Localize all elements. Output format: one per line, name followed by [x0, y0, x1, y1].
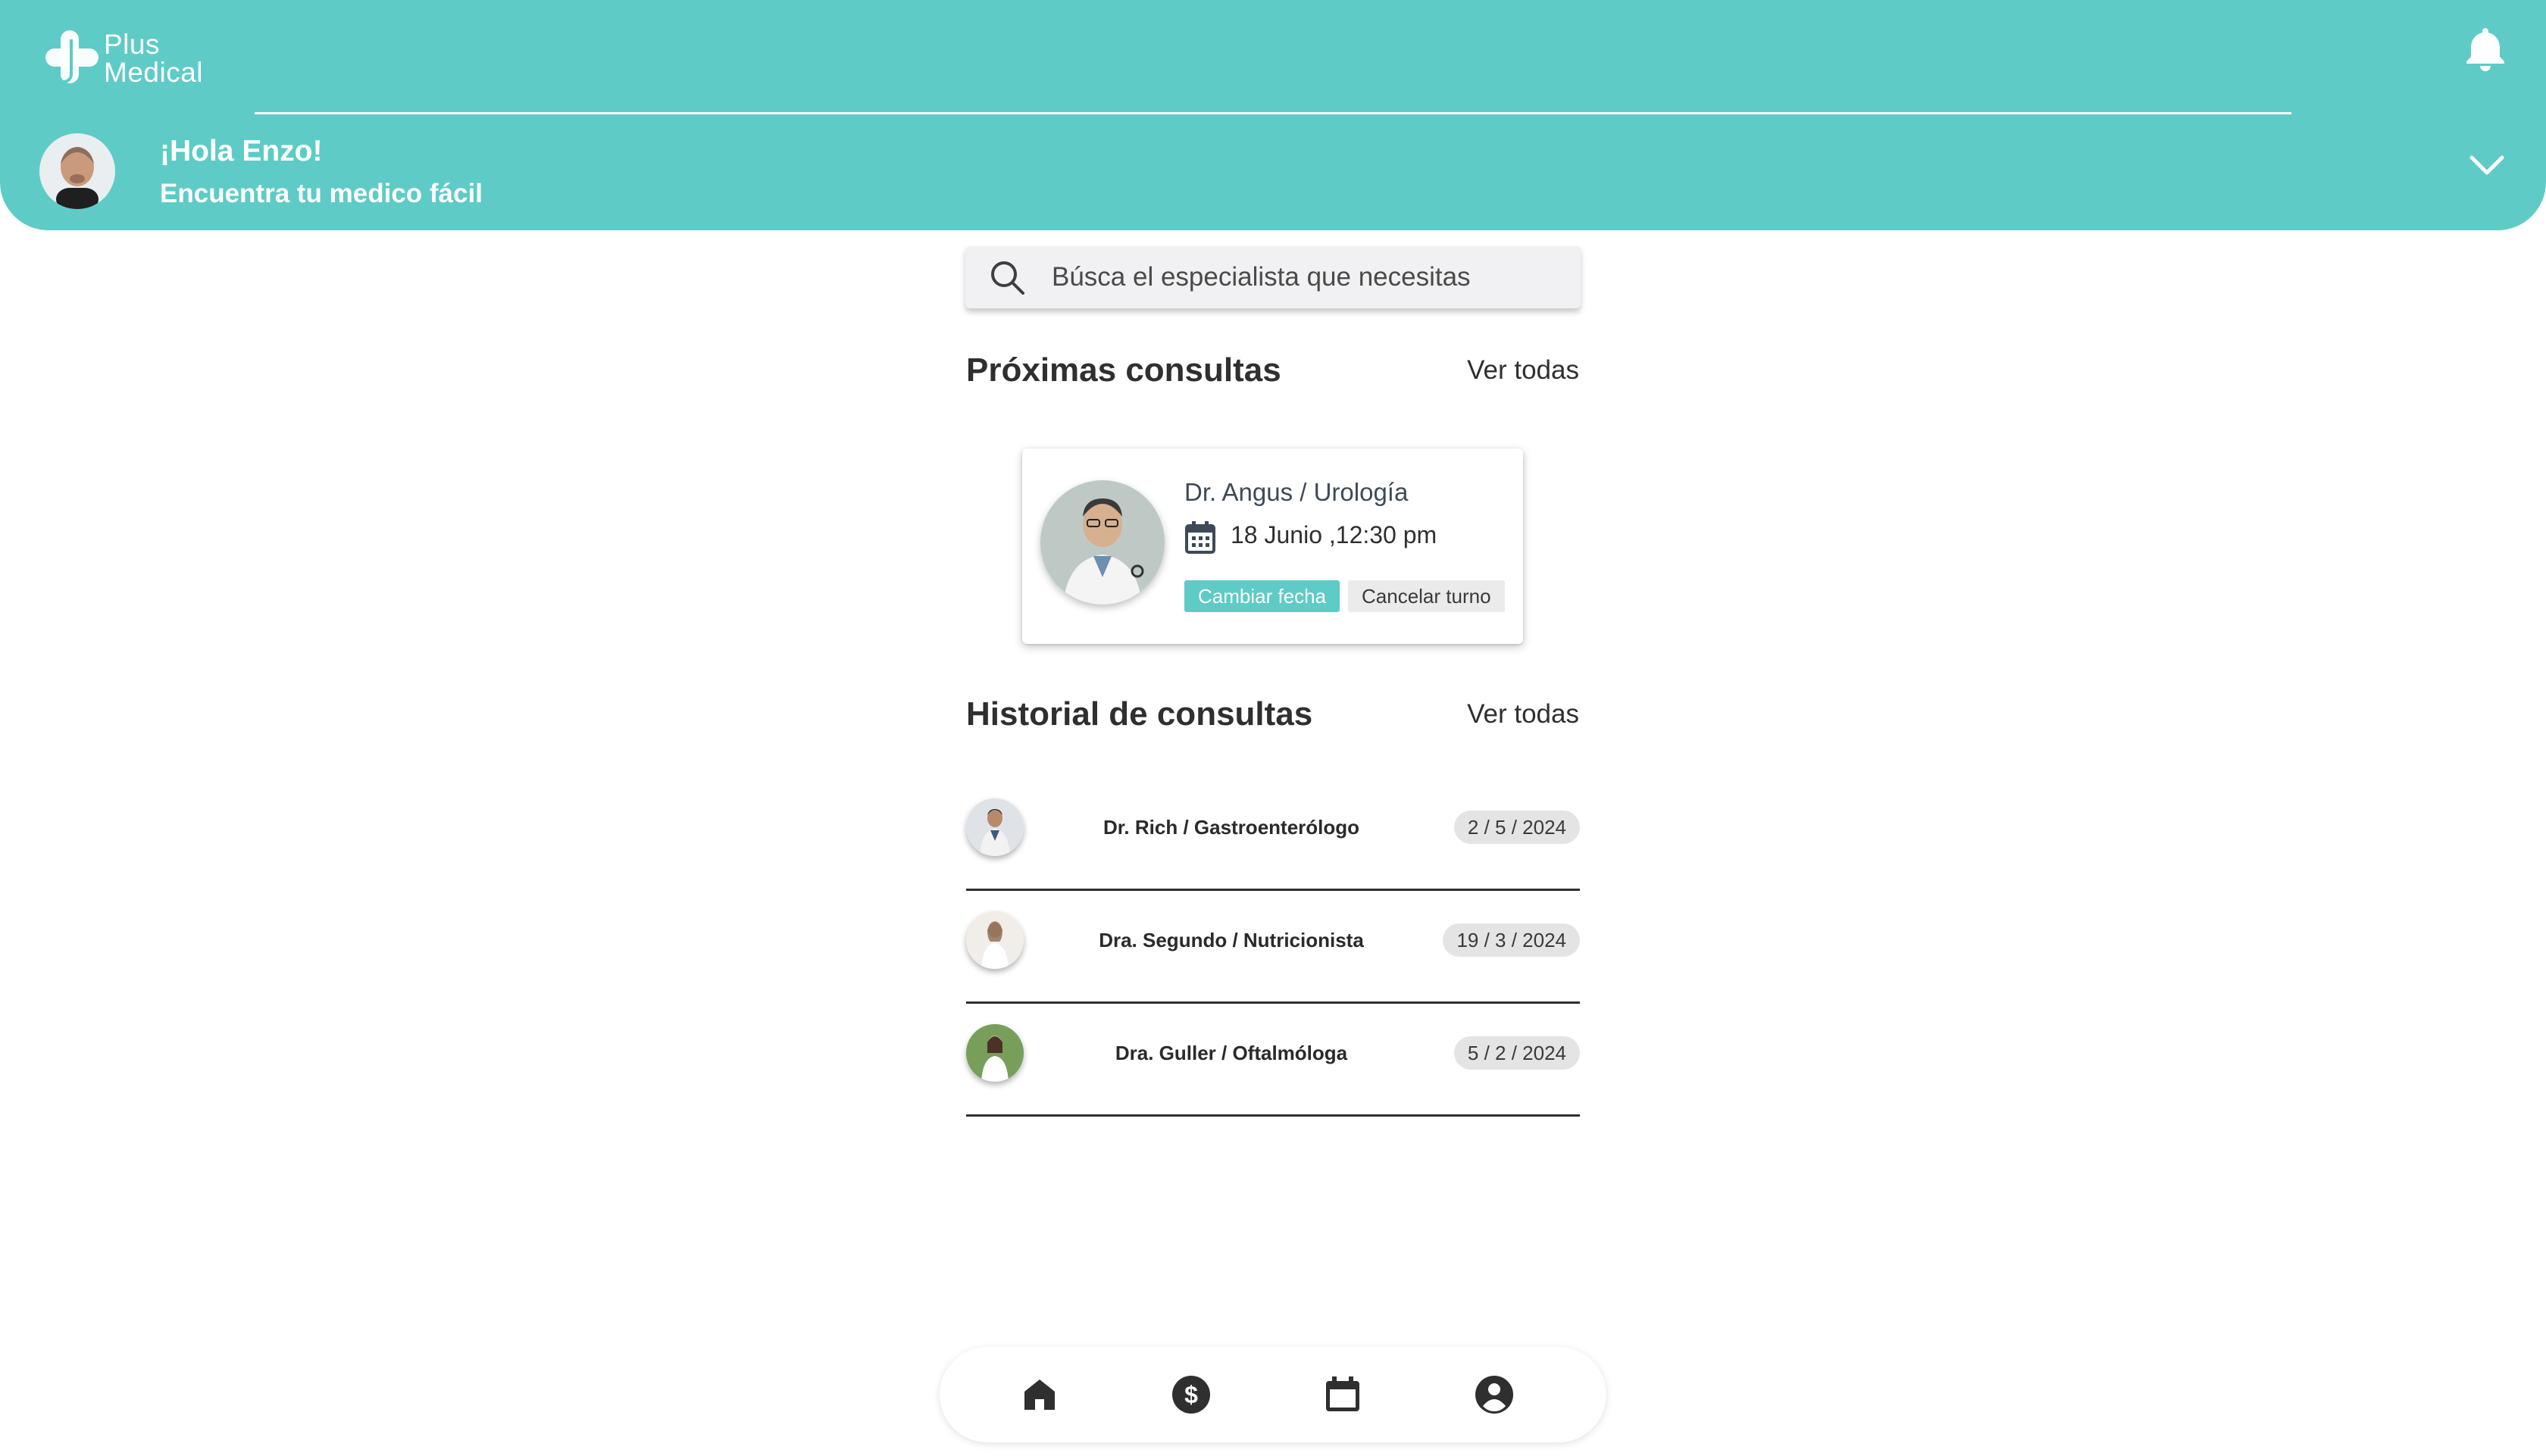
- medical-cross-icon: [45, 30, 99, 83]
- doctor-photo: [966, 1024, 1024, 1082]
- chevron-down-icon[interactable]: [2468, 153, 2506, 179]
- doctor-avatar: [966, 1024, 1024, 1082]
- appointment-doctor: Dr. Angus / Urología: [1184, 478, 1409, 506]
- doctor-photo: [966, 911, 1024, 969]
- doctor-avatar: [1040, 480, 1165, 605]
- search-input[interactable]: [1052, 246, 1567, 308]
- header-divider: [255, 112, 2291, 114]
- doctor-photo: [1040, 480, 1165, 605]
- doctor-photo: [966, 798, 1024, 856]
- user-avatar-image: [39, 133, 115, 209]
- calendar-icon: [1185, 521, 1215, 554]
- history-row[interactable]: Dra. Segundo / Nutricionista 19 / 3 / 20…: [966, 890, 1580, 1004]
- history-section-title: Historial de consultas: [966, 695, 1313, 733]
- doctor-avatar: [966, 798, 1024, 856]
- bottom-navigation: $: [940, 1347, 1606, 1442]
- brand-line-1: Plus: [104, 29, 160, 60]
- upcoming-appointment-card: Dr. Angus / Urología 18 Junio ,12:30 pm …: [1022, 448, 1523, 644]
- account-icon[interactable]: [1473, 1373, 1515, 1416]
- bell-icon[interactable]: [2465, 25, 2506, 72]
- history-date-badge: 5 / 2 / 2024: [1453, 1036, 1580, 1070]
- history-doctor: Dr. Rich / Gastroenterólogo: [1103, 816, 1360, 839]
- doctor-avatar: [966, 911, 1024, 969]
- history-see-all-link[interactable]: Ver todas: [1467, 694, 1579, 735]
- upcoming-see-all-link[interactable]: Ver todas: [1467, 350, 1579, 391]
- history-date-badge: 19 / 3 / 2024: [1443, 923, 1580, 957]
- search-bar[interactable]: [965, 246, 1581, 308]
- greeting-subtitle: Encuentra tu medico fácil: [160, 179, 483, 208]
- dollar-icon[interactable]: $: [1170, 1373, 1212, 1416]
- history-doctor: Dra. Guller / Oftalmóloga: [1115, 1042, 1348, 1064]
- search-icon: [991, 261, 1024, 295]
- change-date-button[interactable]: Cambiar fecha: [1184, 580, 1340, 612]
- history-date-badge: 2 / 5 / 2024: [1453, 811, 1580, 844]
- plus-medical-logo[interactable]: Plus Medical: [41, 26, 238, 94]
- app-header: Plus Medical ¡Hola Enzo! Encuentra tu me…: [0, 0, 2546, 230]
- svg-text:$: $: [1184, 1381, 1198, 1408]
- appointment-date: 18 Junio ,12:30 pm: [1231, 521, 1437, 548]
- history-doctor: Dra. Segundo / Nutricionista: [1099, 929, 1364, 951]
- calendar-icon[interactable]: [1321, 1373, 1364, 1416]
- cancel-appointment-button[interactable]: Cancelar turno: [1348, 580, 1505, 612]
- history-row[interactable]: Dra. Guller / Oftalmóloga 5 / 2 / 2024: [966, 1003, 1580, 1117]
- greeting-title: ¡Hola Enzo!: [160, 135, 323, 167]
- home-icon[interactable]: [1018, 1373, 1061, 1416]
- brand-line-2: Medical: [104, 57, 203, 88]
- upcoming-section-title: Próximas consultas: [966, 352, 1281, 389]
- user-avatar[interactable]: [39, 133, 115, 209]
- brand-name: Plus Medical: [104, 30, 203, 86]
- history-row[interactable]: Dr. Rich / Gastroenterólogo 2 / 5 / 2024: [966, 777, 1580, 891]
